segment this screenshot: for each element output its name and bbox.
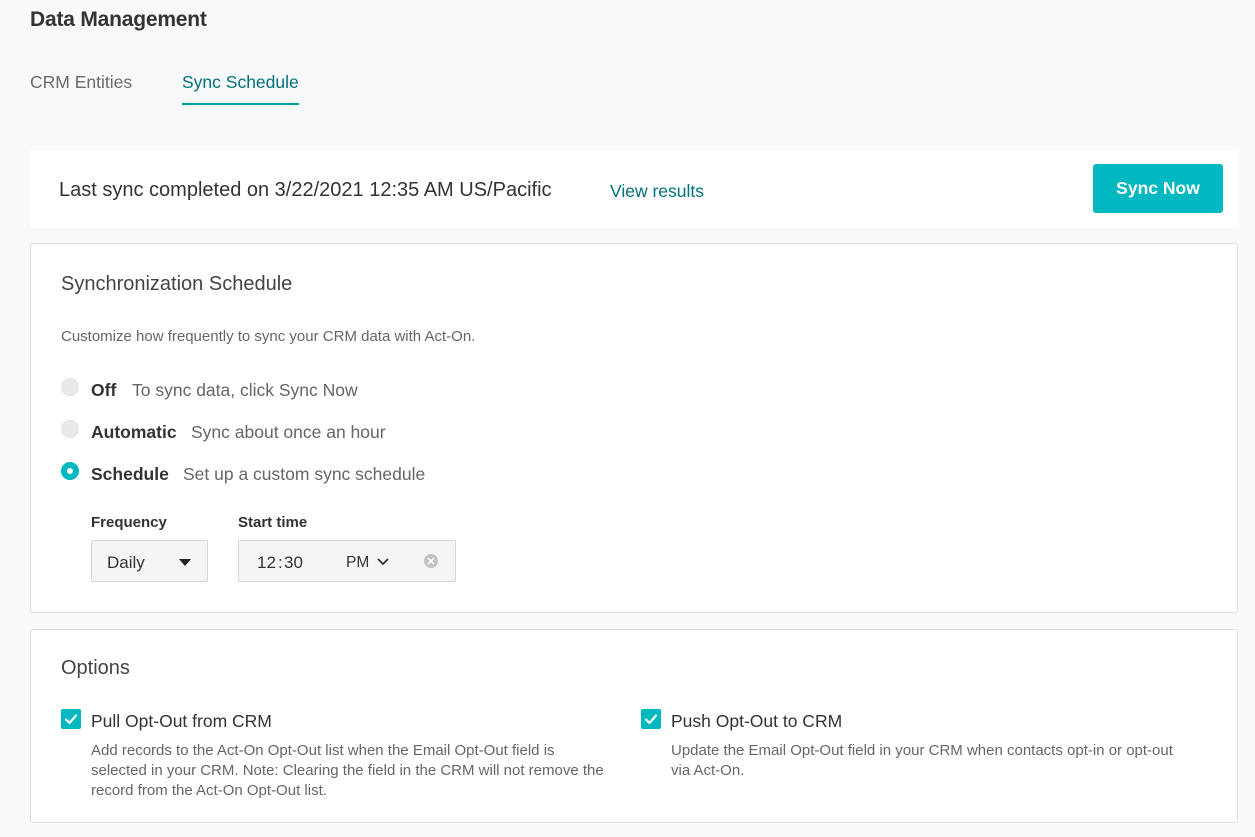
pull-opt-out-checkbox[interactable] <box>61 709 81 729</box>
sync-now-button[interactable]: Sync Now <box>1093 164 1223 213</box>
start-time-label: Start time <box>238 514 308 531</box>
schedule-title: Synchronization Schedule <box>61 273 293 295</box>
push-opt-out-description: Update the Email Opt-Out field in your C… <box>671 742 1173 779</box>
start-time-input[interactable]: 12 : 30 PM <box>238 540 456 582</box>
start-time-hour[interactable]: 12 <box>257 553 276 573</box>
frequency-select[interactable]: Daily <box>91 540 208 582</box>
pull-opt-out-label[interactable]: Pull Opt-Out from CRM <box>91 711 272 732</box>
options-title: Options <box>61 657 130 679</box>
push-opt-out-checkbox[interactable] <box>641 709 661 729</box>
radio-label-off: Off <box>91 380 117 400</box>
start-time-separator: : <box>278 553 283 572</box>
synchronization-schedule-card: Synchronization Schedule Customize how f… <box>30 243 1238 613</box>
page-title: Data Management <box>30 8 207 31</box>
radio-hint-schedule: Set up a custom sync schedule <box>183 464 426 484</box>
options-card: Options Pull Opt-Out from CRM Add record… <box>30 629 1238 823</box>
radio-button-schedule[interactable] <box>61 462 79 480</box>
frequency-label: Frequency <box>91 514 167 531</box>
tab-sync-schedule[interactable]: Sync Schedule <box>182 72 299 105</box>
push-opt-out-label[interactable]: Push Opt-Out to CRM <box>671 711 842 732</box>
radio-hint-automatic: Sync about once an hour <box>191 422 386 442</box>
last-sync-bar: Last sync completed on 3/22/2021 12:35 A… <box>30 150 1238 228</box>
check-icon <box>64 714 78 725</box>
frequency-value: Daily <box>107 553 145 572</box>
clear-icon[interactable] <box>424 554 438 573</box>
view-results-link[interactable]: View results <box>610 181 704 202</box>
radio-label-automatic: Automatic <box>91 422 177 442</box>
schedule-description: Customize how frequently to sync your CR… <box>61 328 476 345</box>
radio-button-off[interactable] <box>61 378 79 396</box>
radio-hint-off: To sync data, click Sync Now <box>132 380 358 400</box>
caret-down-icon <box>179 559 191 566</box>
pull-opt-out-description: Add records to the Act-On Opt-Out list w… <box>91 742 604 799</box>
last-sync-status: Last sync completed on 3/22/2021 12:35 A… <box>59 179 552 201</box>
chevron-down-icon[interactable] <box>377 555 389 573</box>
start-time-period[interactable]: PM <box>346 554 369 572</box>
check-icon <box>644 714 658 725</box>
radio-label-schedule: Schedule <box>91 464 169 484</box>
tab-crm-entities[interactable]: CRM Entities <box>30 72 132 103</box>
radio-button-automatic[interactable] <box>61 420 79 438</box>
start-time-minute[interactable]: 30 <box>284 553 303 573</box>
